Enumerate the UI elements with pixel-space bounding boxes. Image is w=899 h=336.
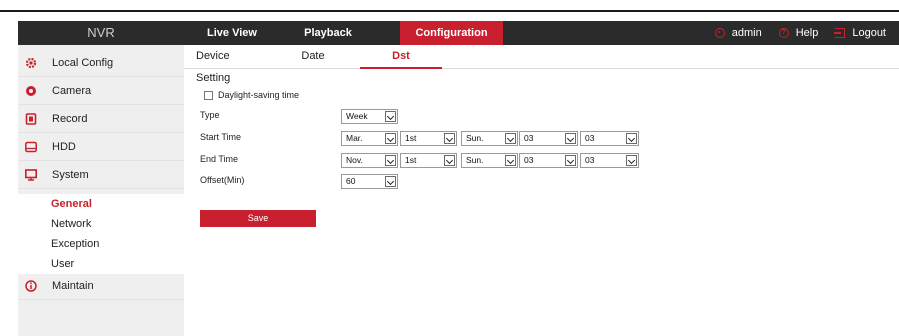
chevron-down-icon bbox=[565, 133, 576, 144]
type-value: Week bbox=[346, 111, 368, 121]
help-label: Help bbox=[795, 27, 819, 39]
end-minute-select[interactable]: 03 bbox=[580, 153, 639, 168]
offset-select[interactable]: 60 bbox=[341, 174, 398, 189]
nav-playback[interactable]: Playback bbox=[280, 21, 376, 45]
system-submenu: General Network Exception User bbox=[18, 194, 184, 274]
start-time-row: Start Time Mar. 1st Sun. 03 03 bbox=[200, 131, 800, 147]
end-hour-select[interactable]: 03 bbox=[519, 153, 578, 168]
submenu-item-user[interactable]: User bbox=[18, 254, 184, 274]
sidebar-item-system[interactable]: System bbox=[18, 161, 184, 189]
logout-icon bbox=[834, 28, 846, 38]
type-label: Type bbox=[200, 110, 220, 120]
start-week-value: 1st bbox=[405, 133, 417, 143]
chevron-down-icon bbox=[626, 155, 637, 166]
admin-link[interactable]: admin bbox=[714, 27, 762, 39]
end-day-select[interactable]: Sun. bbox=[461, 153, 518, 168]
chevron-down-icon bbox=[385, 155, 396, 166]
sidebar-item-label: Maintain bbox=[52, 279, 94, 292]
info-icon bbox=[25, 279, 37, 292]
submenu-item-general[interactable]: General bbox=[18, 194, 184, 214]
type-select[interactable]: Week bbox=[341, 109, 398, 124]
end-month-value: Nov. bbox=[346, 155, 363, 165]
start-hour-value: 03 bbox=[524, 133, 534, 143]
chevron-down-icon bbox=[565, 155, 576, 166]
user-icon bbox=[714, 28, 725, 38]
sidebar-item-label: Local Config bbox=[52, 56, 114, 69]
logout-link[interactable]: Logout bbox=[834, 27, 886, 39]
top-border-line bbox=[0, 10, 899, 12]
tab-device-setting[interactable]: Device Setting bbox=[196, 45, 266, 84]
chevron-down-icon bbox=[505, 155, 516, 166]
chevron-down-icon bbox=[626, 133, 637, 144]
sidebar-item-label: System bbox=[52, 168, 89, 181]
sidebar-item-maintain[interactable]: Maintain bbox=[18, 272, 184, 300]
top-navigation-bar: NVR Live View Playback Configuration adm… bbox=[18, 21, 899, 45]
start-minute-value: 03 bbox=[585, 133, 595, 143]
dst-checkbox[interactable] bbox=[204, 91, 213, 100]
gear-icon bbox=[25, 57, 37, 69]
tab-dst[interactable]: Dst bbox=[360, 45, 442, 69]
sidebar-item-record[interactable]: Record bbox=[18, 105, 184, 133]
start-time-label: Start Time bbox=[200, 132, 242, 142]
nav-configuration[interactable]: Configuration bbox=[400, 21, 503, 45]
logout-label: Logout bbox=[852, 27, 886, 39]
user-area: admin ? Help Logout bbox=[714, 21, 899, 45]
dst-checkbox-label: Daylight-saving time bbox=[218, 90, 300, 100]
sidebar-item-label: HDD bbox=[52, 140, 76, 153]
start-month-select[interactable]: Mar. bbox=[341, 131, 398, 146]
brand-logo: NVR bbox=[87, 25, 115, 40]
end-month-select[interactable]: Nov. bbox=[341, 153, 398, 168]
start-day-value: Sun. bbox=[466, 133, 484, 143]
offset-row: Offset(Min) 60 bbox=[200, 174, 800, 190]
start-minute-select[interactable]: 03 bbox=[580, 131, 639, 146]
camera-icon bbox=[25, 85, 37, 97]
sidebar-item-label: Record bbox=[52, 112, 88, 125]
sidebar-item-camera[interactable]: Camera bbox=[18, 77, 184, 105]
submenu-item-network[interactable]: Network bbox=[18, 214, 184, 234]
end-day-value: Sun. bbox=[466, 155, 484, 165]
save-button[interactable]: Save bbox=[200, 210, 316, 227]
hdd-icon bbox=[25, 141, 37, 153]
chevron-down-icon bbox=[444, 155, 455, 166]
end-minute-value: 03 bbox=[585, 155, 595, 165]
type-row: Type Week bbox=[200, 109, 800, 125]
offset-label: Offset(Min) bbox=[200, 175, 245, 185]
tab-bar: Device Setting Date Dst bbox=[184, 45, 899, 84]
help-link[interactable]: ? Help bbox=[778, 27, 819, 39]
sidebar-item-hdd[interactable]: HDD bbox=[18, 133, 184, 161]
submenu-item-exception[interactable]: Exception bbox=[18, 234, 184, 254]
end-hour-value: 03 bbox=[524, 155, 534, 165]
chevron-down-icon bbox=[385, 133, 396, 144]
end-time-row: End Time Nov. 1st Sun. 03 03 bbox=[200, 153, 800, 169]
offset-value: 60 bbox=[346, 176, 356, 186]
start-day-select[interactable]: Sun. bbox=[461, 131, 518, 146]
end-time-label: End Time bbox=[200, 154, 239, 164]
record-icon bbox=[25, 112, 37, 125]
end-week-select[interactable]: 1st bbox=[400, 153, 457, 168]
sidebar-item-local-config[interactable]: Local Config bbox=[18, 49, 184, 77]
chevron-down-icon bbox=[385, 176, 396, 187]
start-hour-select[interactable]: 03 bbox=[519, 131, 578, 146]
start-week-select[interactable]: 1st bbox=[400, 131, 457, 146]
chevron-down-icon bbox=[505, 133, 516, 144]
dst-enable-row: Daylight-saving time bbox=[200, 85, 800, 101]
admin-label: admin bbox=[731, 27, 762, 39]
tab-date[interactable]: Date bbox=[301, 45, 325, 69]
nav-live-view[interactable]: Live View bbox=[184, 21, 280, 45]
sidebar: Local Config Camera Record HDD System Ge… bbox=[18, 45, 184, 336]
help-icon: ? bbox=[778, 28, 789, 38]
start-month-value: Mar. bbox=[346, 133, 363, 143]
chevron-down-icon bbox=[385, 111, 396, 122]
end-week-value: 1st bbox=[405, 155, 417, 165]
chevron-down-icon bbox=[444, 133, 455, 144]
sidebar-item-label: Camera bbox=[52, 84, 92, 97]
monitor-icon bbox=[25, 168, 37, 181]
